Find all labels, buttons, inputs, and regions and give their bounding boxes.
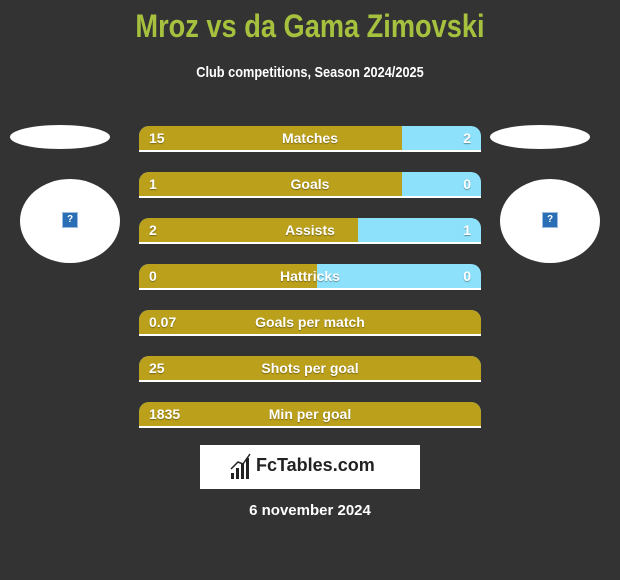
stat-row: Goals 1 0 [139,172,481,196]
question-mark-icon: ? [542,212,558,228]
right-value: 0 [463,176,471,192]
stat-row: Assists 2 1 [139,218,481,242]
stat-label: Min per goal [268,406,352,422]
left-value: 15 [149,130,165,146]
stat-label: Matches [281,130,339,146]
left-player-name-badge [10,125,110,149]
bar-chart-icon [230,453,251,479]
page-title: Mroz vs da Gama Zimovski [135,8,485,44]
left-value: 0 [149,268,157,284]
logo-text: FcTables.com [256,455,375,475]
stat-label: Shots per goal [261,360,359,376]
left-value: 25 [149,360,165,376]
left-player-avatar: ? [20,179,120,263]
left-value: 0.07 [149,314,177,330]
right-value: 2 [463,130,471,146]
left-value: 2 [149,222,157,238]
question-mark-icon: ? [62,212,78,228]
left-value: 1 [149,176,157,192]
right-value: 1 [463,222,471,238]
stat-row: Min per goal 1835 [139,402,481,426]
stat-label: Hattricks [280,268,340,284]
stat-label: Goals per match [255,314,365,330]
stat-label: Assists [285,222,335,238]
fctables-logo[interactable]: FcTables.com [200,445,420,489]
left-value: 1835 [149,406,181,422]
stat-row: Hattricks 0 0 [139,264,481,288]
stat-row: Matches 15 2 [139,126,481,150]
stat-row: Goals per match 0.07 [139,310,481,334]
page-subtitle: Club competitions, Season 2024/2025 [196,64,424,81]
right-value: 0 [463,268,471,284]
date-label: 6 november 2024 [249,502,371,519]
right-player-name-badge [490,125,590,149]
stat-label: Goals [290,176,330,192]
right-player-avatar: ? [500,179,600,263]
stat-row: Shots per goal 25 [139,356,481,380]
